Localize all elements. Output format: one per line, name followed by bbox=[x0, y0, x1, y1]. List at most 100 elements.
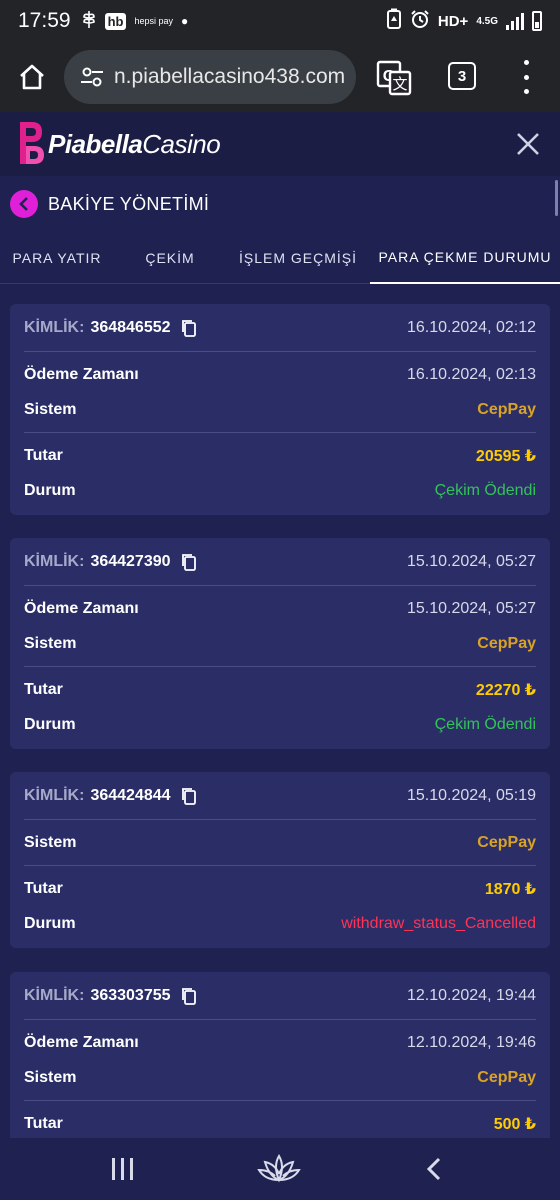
status-label: Durum bbox=[24, 914, 76, 932]
divider bbox=[24, 666, 536, 667]
card-header: KİMLİK: 363303755 12.10.2024, 19:44 bbox=[24, 972, 536, 1020]
amount-value: 500 ₺ bbox=[493, 1115, 536, 1133]
payment-time-value: 12.10.2024, 19:46 bbox=[406, 1033, 536, 1051]
amount-label: Tutar bbox=[24, 680, 63, 698]
payment-time-label: Ödeme Zamanı bbox=[24, 365, 139, 383]
tab-switcher-button[interactable]: 3 bbox=[448, 62, 476, 90]
wheat-icon bbox=[81, 9, 97, 34]
payment-time-label: Ödeme Zamanı bbox=[24, 599, 139, 617]
payment-time-value: 15.10.2024, 05:27 bbox=[406, 599, 536, 617]
system-label: Sistem bbox=[24, 634, 77, 652]
site-header: PiabellaCasino bbox=[0, 112, 560, 176]
id-label: KİMLİK: 364427390 bbox=[24, 553, 197, 571]
system-value: CepPay bbox=[477, 1068, 536, 1086]
back-nav-icon[interactable] bbox=[424, 1156, 444, 1182]
withdrawal-card: KİMLİK: 364846552 16.10.2024, 02:12 Ödeme… bbox=[10, 304, 550, 515]
svg-text:文: 文 bbox=[392, 75, 407, 93]
translate-button[interactable]: G文 bbox=[372, 56, 416, 100]
amount-row: Tutar 22270 ₺ bbox=[24, 672, 536, 707]
signal-strength-icon bbox=[506, 12, 524, 30]
amount-row: Tutar 500 ₺ bbox=[24, 1106, 536, 1138]
amount-label: Tutar bbox=[24, 879, 63, 897]
hb-app-icon: hb bbox=[104, 12, 127, 30]
id-label: KİMLİK: 364424844 bbox=[24, 787, 197, 805]
id-label-text: KİMLİK: bbox=[24, 552, 85, 570]
transaction-id: 364427390 bbox=[90, 552, 171, 570]
system-row: Sistem CepPay bbox=[24, 392, 536, 427]
tab-deposit[interactable]: PARA YATIR bbox=[0, 232, 114, 284]
tab-withdraw-status[interactable]: PARA ÇEKME DURUMU bbox=[370, 232, 560, 284]
amount-label: Tutar bbox=[24, 1114, 63, 1132]
amount-label: Tutar bbox=[24, 446, 63, 464]
withdrawal-card: KİMLİK: 364427390 15.10.2024, 05:27 Ödeme… bbox=[10, 538, 550, 749]
status-label: Durum bbox=[24, 715, 76, 733]
withdrawal-list: KİMLİK: 364846552 16.10.2024, 02:12 Ödeme… bbox=[0, 284, 560, 1138]
id-label-text: KİMLİK: bbox=[24, 318, 85, 336]
chevron-left-icon bbox=[19, 197, 28, 211]
id-label: KİMLİK: 364846552 bbox=[24, 319, 197, 337]
status-right-icons: HD+ 4.5G bbox=[386, 0, 542, 42]
site-settings-icon[interactable] bbox=[78, 63, 106, 91]
status-row: Durum Çekim Ödendi bbox=[24, 473, 536, 508]
id-label-text: KİMLİK: bbox=[24, 786, 85, 804]
divider bbox=[24, 432, 536, 433]
back-button[interactable] bbox=[10, 190, 38, 218]
dot-icon bbox=[523, 60, 529, 65]
network-type-icon: 4.5G bbox=[476, 15, 498, 27]
withdrawal-card: KİMLİK: 364424844 15.10.2024, 05:19 Siste… bbox=[10, 772, 550, 948]
system-label: Sistem bbox=[24, 400, 77, 418]
piabella-logo-icon bbox=[20, 122, 44, 164]
hd-voice-icon: HD+ bbox=[437, 12, 469, 30]
url-text: n.piabellacasino438.com bbox=[114, 65, 346, 88]
card-header: KİMLİK: 364846552 16.10.2024, 02:12 bbox=[24, 304, 536, 352]
card-header: KİMLİK: 364424844 15.10.2024, 05:19 bbox=[24, 772, 536, 820]
browser-home-button[interactable] bbox=[0, 42, 64, 112]
payment-time-row: Ödeme Zamanı 15.10.2024, 05:27 bbox=[24, 591, 536, 626]
system-value: CepPay bbox=[477, 634, 536, 652]
payment-time-row: Ödeme Zamanı 16.10.2024, 02:13 bbox=[24, 357, 536, 392]
section-header: BAKİYE YÖNETİMİ bbox=[0, 176, 560, 232]
system-nav-bar bbox=[0, 1138, 560, 1200]
created-date: 15.10.2024, 05:19 bbox=[406, 786, 536, 804]
battery-saver-icon bbox=[386, 8, 402, 34]
address-bar[interactable]: n.piabellacasino438.com bbox=[64, 50, 356, 104]
recent-apps-button[interactable] bbox=[112, 1158, 133, 1180]
copy-icon[interactable] bbox=[181, 553, 197, 571]
tab-transaction-history[interactable]: İŞLEM GEÇMİŞİ bbox=[226, 232, 370, 284]
recent-apps-icon bbox=[112, 1158, 115, 1180]
amount-value: 20595 ₺ bbox=[475, 447, 536, 465]
payment-time-row: Ödeme Zamanı 12.10.2024, 19:46 bbox=[24, 1025, 536, 1060]
site-logo[interactable]: PiabellaCasino bbox=[16, 118, 221, 170]
copy-icon[interactable] bbox=[181, 319, 197, 337]
id-label-text: KİMLİK: bbox=[24, 986, 85, 1004]
amount-row: Tutar 1870 ₺ bbox=[24, 871, 536, 906]
home-icon bbox=[20, 64, 44, 90]
dot-icon bbox=[523, 89, 529, 94]
amount-value: 1870 ₺ bbox=[484, 880, 536, 898]
hepsipay-app-icon: hepsi pay bbox=[134, 15, 173, 26]
logo-text-bold: Piabella bbox=[48, 128, 143, 159]
system-row: Sistem CepPay bbox=[24, 825, 536, 860]
transaction-id: 364846552 bbox=[90, 318, 171, 336]
status-badge: Çekim Ödendi bbox=[434, 481, 536, 499]
transaction-id: 364424844 bbox=[90, 786, 171, 804]
home-lotus-icon[interactable] bbox=[257, 1150, 301, 1186]
created-date: 16.10.2024, 02:12 bbox=[406, 318, 536, 336]
tab-withdraw[interactable]: ÇEKİM bbox=[114, 232, 226, 284]
payment-time-value: 16.10.2024, 02:13 bbox=[406, 365, 536, 383]
browser-menu-button[interactable] bbox=[516, 60, 536, 94]
copy-icon[interactable] bbox=[181, 987, 197, 1005]
close-icon[interactable] bbox=[514, 130, 542, 158]
id-label: KİMLİK: 363303755 bbox=[24, 987, 197, 1005]
system-value: CepPay bbox=[477, 833, 536, 851]
system-value: CepPay bbox=[477, 400, 536, 418]
created-date: 15.10.2024, 05:27 bbox=[406, 552, 536, 570]
copy-icon[interactable] bbox=[181, 787, 197, 805]
card-header: KİMLİK: 364427390 15.10.2024, 05:27 bbox=[24, 538, 536, 586]
status-row: Durum Çekim Ödendi bbox=[24, 707, 536, 742]
scrollbar-thumb[interactable] bbox=[555, 180, 558, 216]
divider bbox=[24, 865, 536, 866]
alarm-icon bbox=[410, 9, 430, 33]
logo-text-light: Casino bbox=[142, 128, 221, 159]
status-bar: 17:59 hb hepsi pay ● HD+ 4.5G bbox=[0, 0, 560, 42]
